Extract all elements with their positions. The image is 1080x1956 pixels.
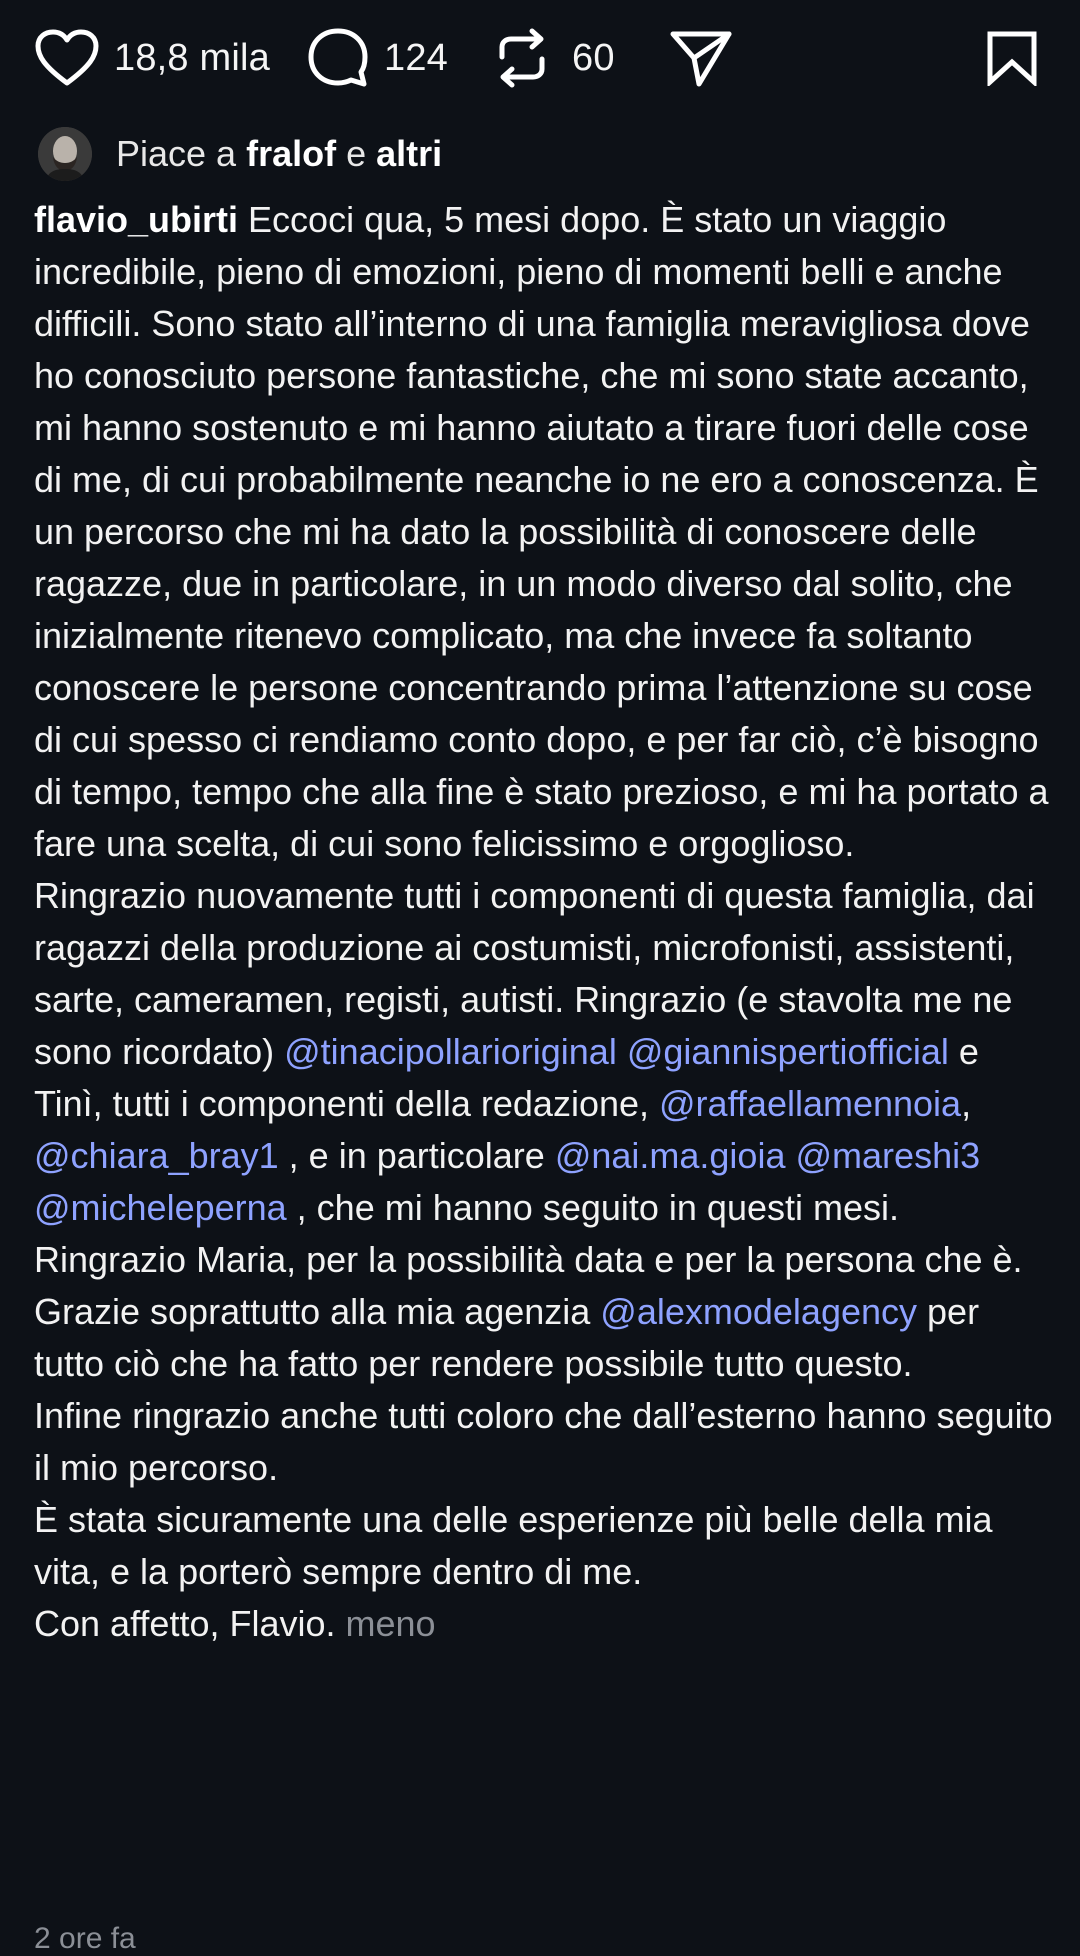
post-timestamp: 2 ore fa — [34, 1922, 136, 1955]
liked-by-others-link[interactable]: altri — [376, 133, 442, 174]
post-caption: flavio_ubirti Eccoci qua, 5 mesi dopo. È… — [34, 194, 1056, 1650]
mention-link[interactable]: @tinacipollarioriginal — [284, 1031, 617, 1072]
liked-by-joiner: e — [346, 133, 367, 174]
mention-link[interactable]: @alexmodelagency — [600, 1291, 917, 1332]
like-button[interactable]: 18,8 mila — [34, 22, 270, 94]
like-count: 18,8 mila — [114, 36, 270, 79]
mention-link[interactable]: @nai.ma.gioia — [555, 1135, 786, 1176]
bookmark-icon — [984, 30, 1040, 86]
repost-button[interactable]: 60 — [494, 22, 615, 94]
caption-text — [617, 1031, 627, 1072]
heart-icon — [34, 28, 100, 88]
caption-text — [785, 1135, 795, 1176]
mention-link[interactable]: @micheleperna — [34, 1187, 287, 1228]
caption-paragraph-5: Con affetto, Flavio. meno — [34, 1598, 1056, 1650]
comment-button[interactable]: 124 — [306, 22, 448, 94]
caption-text: Eccoci qua, 5 mesi dopo. È stato un viag… — [34, 199, 1049, 864]
avatar[interactable] — [38, 127, 92, 181]
share-icon — [668, 26, 734, 90]
caption-text: Con affetto, Flavio. — [34, 1603, 346, 1644]
caption-paragraph-1: flavio_ubirti Eccoci qua, 5 mesi dopo. È… — [34, 194, 1056, 870]
show-less-link[interactable]: meno — [346, 1603, 436, 1644]
liked-by-prefix: Piace a — [116, 133, 237, 174]
repost-count: 60 — [572, 36, 615, 79]
share-button[interactable] — [668, 22, 734, 94]
liked-by-user-link[interactable]: fralof — [246, 133, 336, 174]
post-actions-bar: 18,8 mila 124 60 — [0, 0, 1080, 116]
caption-paragraph-4: È stata sicuramente una delle esperienze… — [34, 1499, 993, 1592]
mention-link[interactable]: @mareshi3 — [796, 1135, 981, 1176]
caption-text: , — [961, 1083, 972, 1124]
caption-paragraph-3: Infine ringrazio anche tutti coloro che … — [34, 1395, 1053, 1488]
liked-by-row[interactable]: Piace a fralof e altri — [38, 126, 442, 182]
caption-paragraph-2: Ringrazio nuovamente tutti i componenti … — [34, 870, 1056, 1390]
save-button[interactable] — [984, 22, 1040, 94]
comment-count: 124 — [384, 36, 449, 79]
repost-icon — [494, 27, 550, 89]
liked-by-text: Piace a fralof e altri — [116, 133, 442, 175]
mention-link[interactable]: @giannispertiofficial — [627, 1031, 949, 1072]
mention-link[interactable]: @chiara_bray1 — [34, 1135, 279, 1176]
comment-icon — [306, 26, 370, 90]
mention-link[interactable]: @raffaellamennoia — [659, 1083, 961, 1124]
caption-username-link[interactable]: flavio_ubirti — [34, 199, 238, 240]
caption-text: , e in particolare — [278, 1135, 555, 1176]
